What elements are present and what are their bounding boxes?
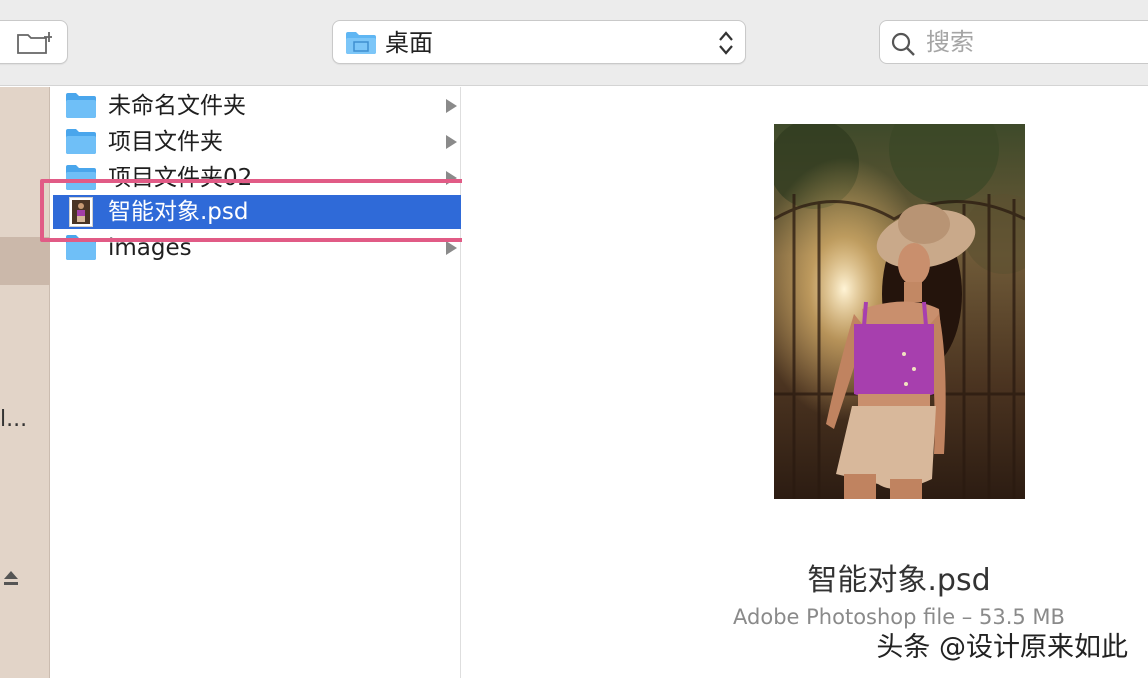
file-row-folder[interactable]: 项目文件夹 bbox=[53, 125, 461, 159]
search-box[interactable] bbox=[879, 20, 1148, 64]
up-down-arrows-icon bbox=[719, 31, 733, 55]
file-row-folder[interactable]: 未命名文件夹 bbox=[53, 89, 461, 123]
folder-icon bbox=[66, 129, 96, 154]
preview-filename: 智能对象.psd bbox=[807, 563, 991, 598]
location-label: 桌面 bbox=[385, 29, 433, 57]
chevron-right-icon bbox=[446, 241, 457, 255]
highlight-annotation-box bbox=[40, 179, 527, 242]
chevron-right-icon bbox=[446, 99, 457, 113]
eject-icon[interactable] bbox=[2, 569, 20, 587]
location-dropdown[interactable]: 桌面 bbox=[332, 20, 746, 64]
search-input[interactable] bbox=[926, 27, 1126, 57]
new-folder-icon bbox=[17, 32, 52, 54]
search-icon bbox=[891, 32, 915, 56]
watermark-text: 头条 @设计原来如此 bbox=[876, 632, 1128, 663]
sidebar-item-truncated[interactable]: l... bbox=[0, 407, 27, 432]
preview-pane: 智能对象.psd Adobe Photoshop file – 53.5 MB bbox=[462, 87, 1148, 678]
new-folder-button[interactable] bbox=[0, 20, 68, 64]
folder-icon bbox=[66, 93, 96, 118]
file-column: 未命名文件夹 项目文件夹 项目文件夹02 智能对象.psd images bbox=[51, 87, 461, 678]
preview-image bbox=[774, 124, 1025, 499]
folder-icon bbox=[346, 32, 376, 54]
sidebar-item-selected[interactable] bbox=[0, 237, 50, 285]
sidebar: l... bbox=[0, 87, 50, 678]
chevron-right-icon bbox=[446, 135, 457, 149]
toolbar: 桌面 bbox=[0, 0, 1148, 86]
file-name: 项目文件夹 bbox=[108, 129, 223, 155]
file-name: 未命名文件夹 bbox=[108, 93, 246, 119]
